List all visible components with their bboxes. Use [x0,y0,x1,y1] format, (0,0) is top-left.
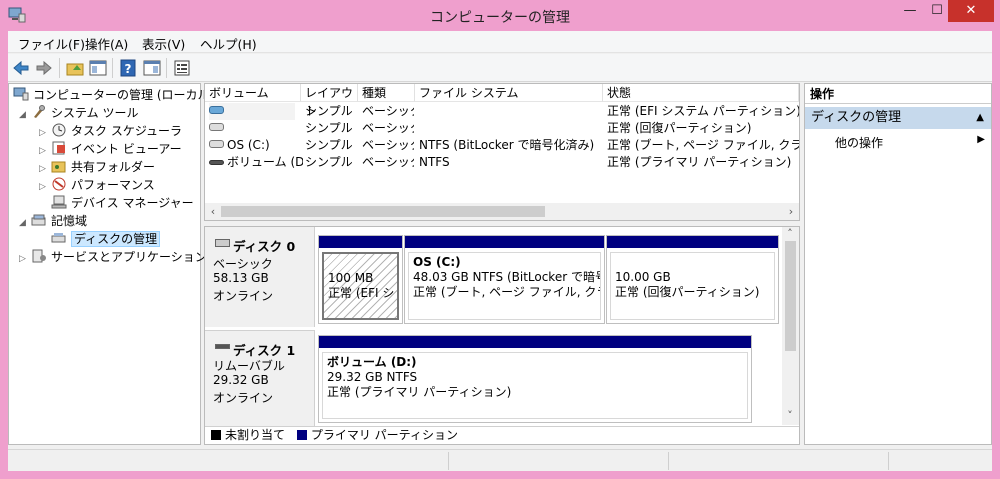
column-header-status[interactable]: 状態 [603,84,799,102]
tree-node-services-applications[interactable]: ▷ サービスとアプリケーション [19,248,207,266]
storage-icon [31,214,46,226]
horizontal-scrollbar[interactable]: ‹ › [205,203,799,220]
tree-node-storage[interactable]: ◢ 記憶域 [19,212,87,230]
disk-1-label[interactable]: ディスク 1 リムーバブル 29.32 GB オンライン [205,330,315,426]
client-area: ファイル(F) 操作(A) 表示(V) ヘルプ(H) ? コンピューターの管理 … [8,31,992,471]
partition-volume-d[interactable]: ボリューム (D:) 29.32 GB NTFS 正常 (プライマリ パーティシ… [318,335,752,423]
disk-graphical-view: ディスク 0 ベーシック 58.13 GB オンライン 100 MB 正常 (E… [204,226,800,445]
legend: 未割り当て プライマリ パーティション [205,426,799,444]
actions-header: 操作 [805,84,991,104]
actions-section-disk-management[interactable]: ディスクの管理 ▲ [805,107,991,129]
toolbar: ? [8,54,992,82]
tree-node-performance[interactable]: ▷ パフォーマンス [39,176,155,194]
back-arrow-icon[interactable] [11,58,31,78]
partition-os-c[interactable]: OS (C:) 48.03 GB NTFS (BitLocker で暗号 正常 … [404,235,605,324]
expanded-arrow-icon[interactable]: ◢ [19,214,31,232]
status-bar [8,449,992,471]
scroll-thumb[interactable] [785,241,796,351]
title-bar[interactable]: コンピューターの管理 — ☐ ✕ [0,0,1000,32]
show-hide-action-pane-icon[interactable] [142,58,162,78]
menu-action[interactable]: 操作(A) [85,34,128,53]
more-actions-item[interactable]: 他の操作 ▶ [835,134,985,151]
volume-icon [209,140,224,148]
tree-node-device-manager[interactable]: デバイス マネージャー [51,194,194,212]
removable-disk-icon [215,344,230,349]
column-header-filesystem[interactable]: ファイル システム [415,84,603,102]
clock-icon [52,123,66,137]
scroll-left-icon[interactable]: ‹ [205,203,221,220]
disk-management-icon [51,233,66,243]
menu-view[interactable]: 表示(V) [142,34,185,53]
scroll-thumb[interactable] [221,206,545,217]
forward-arrow-icon[interactable] [34,58,54,78]
submenu-arrow-icon: ▶ [977,134,985,145]
scroll-up-icon[interactable]: ˄ [782,227,798,241]
event-viewer-icon [52,141,65,155]
performance-icon [52,177,66,191]
computer-management-icon [13,87,29,101]
collapsed-arrow-icon[interactable]: ▷ [39,178,51,196]
show-hide-tree-icon[interactable] [88,58,108,78]
column-header-type[interactable]: 種類 [358,84,415,102]
console-tree: コンピューターの管理 (ローカル) ◢ システム ツール ▷ タスク スケジューラ … [8,83,214,445]
vertical-scrollbar[interactable]: ˄ ˅ [782,227,799,425]
disk-name: ディスク 0 [233,239,296,254]
menu-file[interactable]: ファイル(F) [18,34,85,53]
primary-partition-swatch [296,430,307,440]
menu-help[interactable]: ヘルプ(H) [200,34,257,53]
svg-text:?: ? [125,62,132,76]
actions-pane: 操作 ディスクの管理 ▲ 他の操作 ▶ [804,83,992,445]
up-folder-icon[interactable] [65,58,85,78]
volume-list: ボリューム レイアウト 種類 ファイル システム 状態 シンプル ベーシック 正… [204,83,800,221]
partition-efi[interactable]: 100 MB 正常 (EFI シ [318,235,403,324]
toolbar-separator [59,58,60,78]
window-title: コンピューターの管理 [430,10,570,26]
column-header-layout[interactable]: レイアウト [301,84,358,118]
tree-node-shared-folders[interactable]: ▷ 共有フォルダー [39,158,155,176]
partition-recovery[interactable]: 10.00 GB 正常 (回復パーティション) [606,235,779,324]
toolbar-separator [166,58,167,78]
tree-node-root[interactable]: コンピューターの管理 (ローカル) [13,86,214,104]
services-icon [32,249,46,263]
tree-node-system-tools[interactable]: ◢ システム ツール [19,104,138,122]
volume-icon [209,106,224,114]
disk-icon [215,239,230,247]
shared-folder-icon [51,161,66,173]
scroll-right-icon[interactable]: › [783,203,799,220]
removable-volume-icon [209,160,224,165]
volume-icon [209,123,224,131]
toolbar-separator [112,58,113,78]
disk-0-label[interactable]: ディスク 0 ベーシック 58.13 GB オンライン [205,227,315,327]
collapse-triangle-icon[interactable]: ▲ [976,107,984,129]
column-header-volume[interactable]: ボリューム [205,84,301,102]
collapsed-arrow-icon[interactable]: ▷ [19,250,31,268]
expanded-arrow-icon[interactable]: ◢ [19,106,31,124]
close-button[interactable]: ✕ [948,0,994,22]
tree-node-task-scheduler[interactable]: ▷ タスク スケジューラ [39,122,182,140]
tools-icon [34,105,45,118]
window: コンピューターの管理 — ☐ ✕ ファイル(F) 操作(A) 表示(V) ヘルプ… [0,0,1000,479]
device-manager-icon [51,195,67,209]
scroll-down-icon[interactable]: ˅ [782,407,798,423]
tree-node-disk-management[interactable]: ディスクの管理 [51,230,161,248]
menu-bar: ファイル(F) 操作(A) 表示(V) ヘルプ(H) [8,31,992,53]
unallocated-swatch [211,430,221,440]
properties-icon[interactable] [172,58,192,78]
help-icon[interactable]: ? [118,58,138,78]
tree-node-event-viewer[interactable]: ▷ イベント ビューアー [39,140,182,158]
